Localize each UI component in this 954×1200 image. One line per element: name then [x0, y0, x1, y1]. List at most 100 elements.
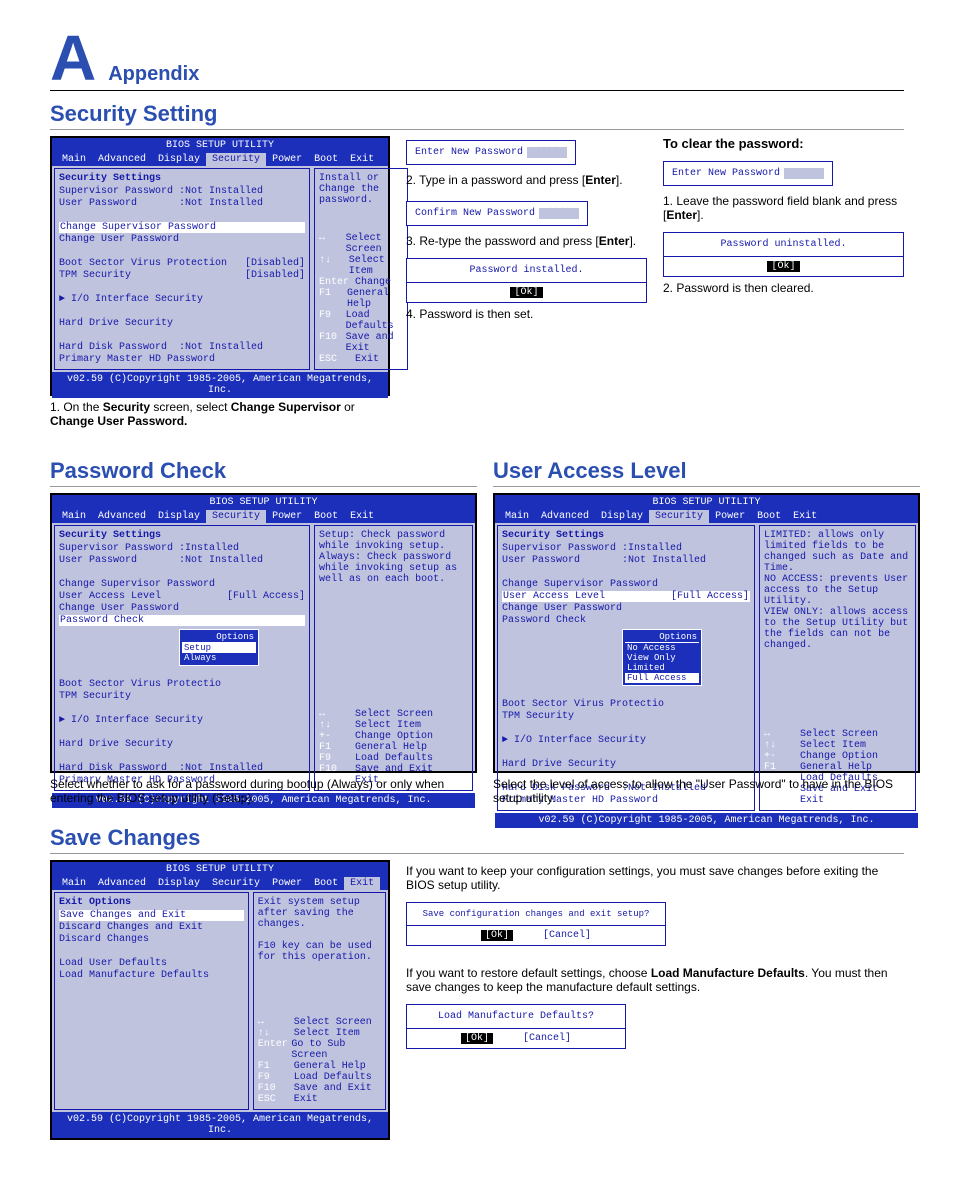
bios-item[interactable]: Boot Sector Virus Protection [Disabled] [59, 258, 305, 269]
bios-menu-item[interactable]: Main [499, 510, 535, 523]
clear-enter-new-dialog: Enter New Password [663, 161, 833, 186]
bios-item[interactable]: TPM Security [59, 691, 305, 702]
bios-menu-item[interactable]: Boot [308, 510, 344, 523]
key-action: General Help [347, 288, 403, 310]
bios-item[interactable]: User Password :Not Installed [502, 555, 750, 566]
bios-item[interactable]: Load Manufacture Defaults [59, 970, 244, 981]
ok-button[interactable]: [Ok] [461, 1033, 493, 1044]
ok-button[interactable]: [Ok] [767, 261, 799, 272]
bios-item[interactable]: Hard Disk Password :Not Installed [59, 342, 305, 353]
bios-item[interactable]: Supervisor Password :Installed [59, 543, 305, 554]
bios-item[interactable]: User Password :Not Installed [59, 555, 305, 566]
clear-password-heading: To clear the password: [663, 136, 904, 151]
bios-item[interactable]: Supervisor Password :Installed [502, 543, 750, 554]
bios-item[interactable]: User Password :Not Installed [59, 198, 305, 209]
bios-item[interactable]: Password Check [59, 615, 305, 626]
key-action: Change [355, 277, 391, 288]
bios-item[interactable]: Change Supervisor Password [59, 579, 305, 590]
key-name: F1 [764, 762, 800, 773]
bios-item[interactable]: Hard Drive Security [502, 759, 750, 770]
bios-item[interactable]: TPM Security [502, 711, 750, 722]
bios-menu-item[interactable]: Advanced [92, 877, 152, 890]
key-name: F9 [319, 310, 346, 332]
bios-item[interactable]: TPM Security [Disabled] [59, 270, 305, 281]
bios-item[interactable]: Change User Password [502, 603, 750, 614]
bios-menu-item[interactable]: Security [206, 510, 266, 523]
key-name: F10 [319, 332, 346, 354]
ok-button[interactable]: [Ok] [481, 930, 513, 941]
bios-item[interactable]: Change Supervisor Password [59, 222, 305, 233]
bios-menu-item[interactable]: Exit [787, 510, 823, 523]
popup-title: Options [182, 632, 256, 643]
bios-item[interactable]: Discard Changes and Exit [59, 922, 244, 933]
bios-item[interactable]: Save Changes and Exit [59, 910, 244, 921]
popup-option[interactable]: Limited [625, 663, 699, 673]
bios-item [59, 727, 305, 738]
bios-key-legend: ↔Select Screen↑↓Select ItemEnterGo to Su… [258, 1017, 381, 1105]
bios-item[interactable]: ► I/O Interface Security [502, 735, 750, 746]
bios-menu-item[interactable]: Display [152, 510, 206, 523]
bios-item[interactable]: Discard Changes [59, 934, 244, 945]
bios-item[interactable]: Load User Defaults [59, 958, 244, 969]
bios-menu-item[interactable]: Main [56, 877, 92, 890]
bios-item [59, 210, 305, 221]
bios-item[interactable]: Change Supervisor Password [502, 579, 750, 590]
save-text-2: If you want to restore default settings,… [406, 966, 904, 994]
bios-item[interactable]: Boot Sector Virus Protectio [502, 699, 750, 710]
bios-menu-item[interactable]: Boot [308, 877, 344, 890]
bios-menu-item[interactable]: Security [206, 877, 266, 890]
bios-menu-item[interactable]: Advanced [92, 153, 152, 166]
bios-item[interactable]: User Access Level [Full Access] [59, 591, 305, 602]
bios-menu-item[interactable]: Display [152, 877, 206, 890]
bios-menu-item[interactable]: Display [152, 153, 206, 166]
bios-right-pane: LIMITED: allows only limited fields to b… [759, 525, 916, 811]
bios-item[interactable]: Hard Disk Password :Not Installed [59, 763, 305, 774]
bios-menu-item[interactable]: Main [56, 153, 92, 166]
bios-menu-item[interactable]: Display [595, 510, 649, 523]
bios-item[interactable]: Primary Master HD Password [59, 354, 305, 365]
bios-item[interactable]: Hard Drive Security [59, 739, 305, 750]
bios-menu-item[interactable]: Advanced [535, 510, 595, 523]
bios-item[interactable]: ► I/O Interface Security [59, 294, 305, 305]
bios-menu-item[interactable]: Security [649, 510, 709, 523]
cancel-button[interactable]: [Cancel] [523, 1033, 571, 1044]
bios-item[interactable]: Boot Sector Virus Protectio [59, 679, 305, 690]
bios-menu-item[interactable]: Boot [751, 510, 787, 523]
bios-options-popup: OptionsSetupAlways [179, 629, 259, 666]
bios-item[interactable]: Change User Password [59, 603, 305, 614]
page-header: A Appendix [50, 30, 904, 91]
bios-menu-item[interactable]: Power [709, 510, 751, 523]
bios-menu-item[interactable]: Power [266, 510, 308, 523]
bios-item[interactable]: Supervisor Password :Not Installed [59, 186, 305, 197]
popup-option[interactable]: View Only [625, 653, 699, 663]
bios-key-legend: ↔Select Screen↑↓Select Item+-Change Opti… [319, 709, 468, 786]
ok-button[interactable]: [Ok] [510, 287, 542, 298]
key-action: Save and Exit [346, 332, 403, 354]
popup-option[interactable]: No Access [625, 643, 699, 653]
key-action: Save and Exit [294, 1083, 372, 1094]
bios-menu-item[interactable]: Advanced [92, 510, 152, 523]
bios-item[interactable]: User Access Level [Full Access] [502, 591, 750, 602]
bios-title: BIOS SETUP UTILITY [52, 495, 475, 510]
bios-item[interactable]: Hard Drive Security [59, 318, 305, 329]
bios-menu-item[interactable]: Exit [344, 153, 380, 166]
bios-item[interactable]: Change User Password [59, 234, 305, 245]
bios-menu-item[interactable]: Main [56, 510, 92, 523]
bios-menu-item[interactable]: Power [266, 153, 308, 166]
popup-option[interactable]: Full Access [625, 673, 699, 683]
bios-help-text: Exit system setup after saving the chang… [258, 897, 381, 963]
bios-menu-item[interactable]: Security [206, 153, 266, 166]
popup-option[interactable]: Always [182, 653, 256, 663]
bios-menu-item[interactable]: Power [266, 877, 308, 890]
cancel-button[interactable]: [Cancel] [543, 930, 591, 941]
bios-title: BIOS SETUP UTILITY [52, 862, 388, 877]
key-action: Select Screen [800, 729, 878, 740]
bios-item[interactable]: ► I/O Interface Security [59, 715, 305, 726]
bios-menu-item[interactable]: Exit [344, 510, 380, 523]
bios-menu-item[interactable]: Boot [308, 153, 344, 166]
clear-step-1: 1. Leave the password field blank and pr… [663, 194, 904, 222]
popup-option[interactable]: Setup [182, 643, 256, 653]
bios-item[interactable]: Password Check [502, 615, 750, 626]
bios-menu-item[interactable]: Exit [344, 877, 380, 890]
key-name: F9 [258, 1072, 294, 1083]
